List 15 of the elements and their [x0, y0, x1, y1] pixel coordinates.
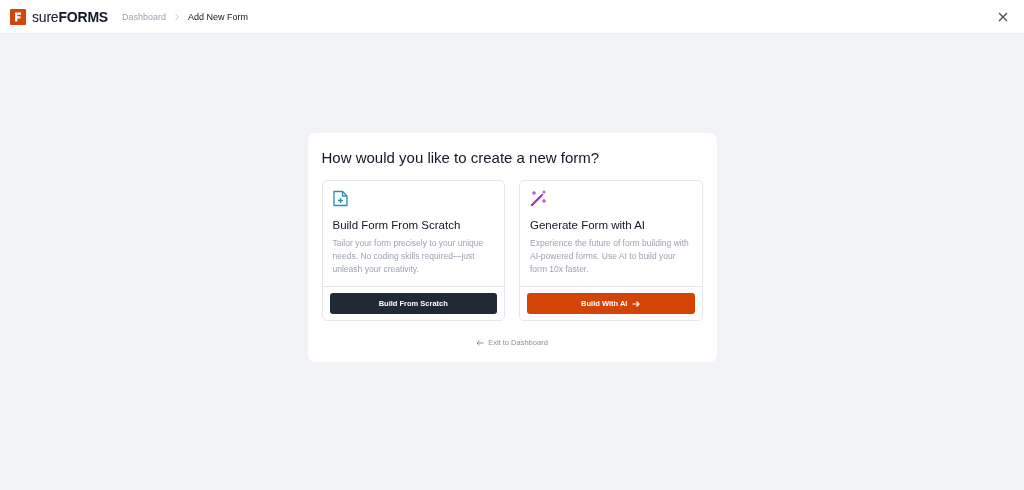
option-description: Tailor your form precisely to your unique needs. No coding skills required—just unleash your creativity. [332, 237, 485, 276]
close-icon[interactable] [998, 11, 1008, 22]
arrow-left-icon [476, 338, 485, 347]
arrow-right-icon [632, 299, 641, 308]
breadcrumb-link[interactable]: Add New Form [188, 11, 249, 22]
file-plus-icon [332, 190, 348, 207]
option-title: Build Form From Scratch [332, 219, 462, 231]
dialog-title: How would you like to create a new form? [321, 149, 601, 166]
brand-name: sureFORMS [32, 8, 108, 25]
breadcrumb-link[interactable]: Dashboard [122, 11, 167, 22]
magic-wand-icon [530, 190, 547, 207]
chevron-icon [174, 12, 181, 21]
option-description: Experience the future of form building with AI-powered forms. Use AI to build your form 10x faster. [530, 237, 690, 276]
option-title: Generate Form with AI [530, 219, 647, 231]
logo-icon [10, 8, 26, 25]
